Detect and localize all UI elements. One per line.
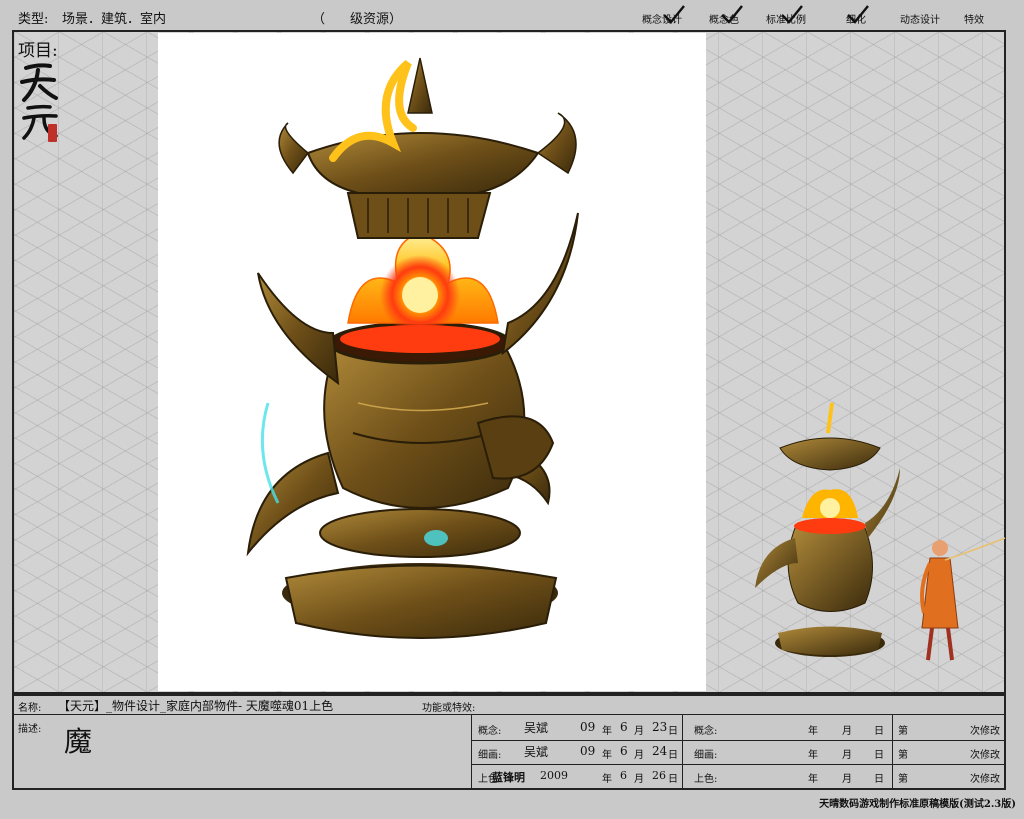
- review-color-year-unit: 年: [808, 774, 818, 785]
- type-label: 类型:: [18, 12, 49, 27]
- review-refine-month-unit: 月: [842, 750, 852, 761]
- resource-level: 级资源）: [350, 12, 403, 27]
- color-month-unit: 月: [634, 774, 644, 785]
- refine-year-unit: 年: [602, 750, 612, 761]
- refine-day-unit: 日: [668, 750, 678, 761]
- review-color-month-unit: 月: [842, 774, 852, 785]
- color-year: 2009: [540, 769, 568, 782]
- refine-day: 24: [652, 744, 668, 758]
- step-motion-design: 动态设计: [900, 15, 940, 26]
- review-refine-label: 细画:: [694, 750, 718, 761]
- revision-1-label: 第: [898, 726, 908, 737]
- refine-month-unit: 月: [634, 750, 644, 761]
- concept-label: 概念:: [478, 726, 502, 737]
- checkmark-icon: [847, 5, 869, 24]
- resource-level-open: （: [312, 12, 326, 27]
- concept-day: 23: [652, 720, 668, 734]
- concept-person: 吴斌: [524, 721, 549, 735]
- desc-label: 描述:: [18, 724, 42, 735]
- color-person: 蓝锋明: [492, 771, 525, 784]
- review-concept-label: 概念:: [694, 726, 718, 737]
- template-note: 天晴数码游戏制作标准原稿模版(测试2.3版): [819, 799, 1016, 810]
- review-color-day-unit: 日: [874, 774, 884, 785]
- revision-2-suffix: 次修改: [970, 750, 1000, 761]
- review-refine-day-unit: 日: [874, 750, 884, 761]
- name-value: 【天元】_物件设计_家庭内部物件- 天魔噬魂01上色: [58, 699, 334, 713]
- scale-reference-illustration: [755, 402, 1006, 661]
- type-categories: 场景．建筑．室内: [62, 12, 167, 27]
- concept-month-unit: 月: [634, 726, 644, 737]
- checkmark-icon: [721, 5, 743, 24]
- review-color-label: 上色:: [694, 774, 718, 785]
- revision-3-suffix: 次修改: [970, 774, 1000, 785]
- refine-person: 吴斌: [524, 745, 549, 759]
- function-label: 功能或特效:: [422, 703, 476, 714]
- revision-1-suffix: 次修改: [970, 726, 1000, 737]
- step-effects: 特效: [964, 15, 984, 26]
- revision-3-label: 第: [898, 774, 908, 785]
- concept-day-unit: 日: [668, 726, 678, 737]
- concept-year: 09: [580, 720, 596, 734]
- checkmark-icon: [663, 5, 685, 24]
- refine-label: 细画:: [478, 750, 502, 761]
- color-year-unit: 年: [602, 774, 612, 785]
- review-refine-year-unit: 年: [808, 750, 818, 761]
- refine-year: 09: [580, 744, 596, 758]
- concept-art-canvas: [158, 33, 706, 691]
- concept-month: 6: [620, 720, 628, 734]
- color-month: 6: [620, 769, 627, 782]
- color-day-unit: 日: [668, 774, 678, 785]
- color-day: 26: [652, 769, 666, 782]
- refine-month: 6: [620, 744, 628, 758]
- review-concept-day-unit: 日: [874, 726, 884, 737]
- desc-value: 魔: [64, 725, 93, 758]
- review-concept-year-unit: 年: [808, 726, 818, 737]
- tianyuan-logo: [20, 63, 58, 142]
- checkmark-icon: [781, 5, 803, 24]
- name-label: 名称:: [18, 703, 42, 714]
- concept-year-unit: 年: [602, 726, 612, 737]
- revision-2-label: 第: [898, 750, 908, 761]
- review-concept-month-unit: 月: [842, 726, 852, 737]
- demon-soul-cauldron-illustration: [246, 57, 579, 639]
